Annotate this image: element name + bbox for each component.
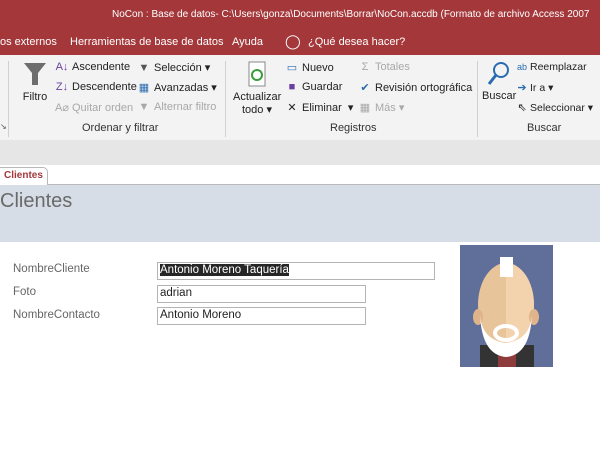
avatar-illustration (473, 257, 539, 367)
form-header (0, 185, 600, 242)
select-dropdown[interactable]: ⇖ Seleccionar ▾ (516, 101, 593, 114)
delete-label: Eliminar (302, 102, 342, 114)
group-label-records: Registros (330, 122, 377, 134)
selection-dropdown[interactable]: ▼ Selección ▾ (137, 61, 211, 74)
refresh-label: Actualizar (233, 91, 282, 103)
replace-label: Reemplazar (530, 61, 587, 73)
replace-icon: ab (516, 62, 527, 72)
sigma-icon: Σ (361, 61, 369, 73)
tab-help[interactable]: Ayuda (232, 36, 263, 48)
new-record-icon: ▭ (286, 62, 298, 74)
save-label: Guardar (302, 81, 343, 93)
toggle-filter-label: Alternar filtro (154, 101, 217, 113)
save-button[interactable]: ■ Guardar (285, 81, 343, 93)
delete-x-icon: ✕ (287, 102, 297, 114)
toggle-filter-icon: ▼ (138, 101, 150, 113)
nombre-cliente-field[interactable]: Antonio Moreno Taquería (157, 262, 435, 280)
dialog-launcher-icon[interactable]: ↘ (0, 122, 7, 131)
more-dropdown[interactable]: ▦ Más ▾ (358, 101, 405, 114)
selection-filter-icon: ▼ (138, 62, 150, 74)
spelling-check-icon: ✔ (360, 82, 370, 94)
label-foto: Foto (13, 286, 37, 298)
find-button[interactable]: Buscar (482, 61, 516, 102)
clear-sort-icon: A⌀ (55, 102, 69, 114)
save-icon: ■ (288, 81, 296, 93)
nombre-contacto-field[interactable]: Antonio Moreno (157, 307, 366, 325)
sort-descending-icon: Z↓ (55, 81, 69, 93)
goto-label: Ir a (530, 82, 546, 94)
find-label: Buscar (482, 90, 517, 102)
clear-sort-label: Quitar orden (72, 102, 134, 114)
tab-database-tools[interactable]: Herramientas de base de datos (70, 36, 223, 48)
label-nombre-contacto: NombreContacto (13, 309, 100, 321)
spelling-button[interactable]: ✔ Revisión ortográfica (358, 81, 472, 94)
group-label-find: Buscar (527, 122, 562, 134)
filter-label: Filtro (22, 91, 48, 103)
new-record-button[interactable]: ▭ Nuevo (285, 61, 334, 74)
magnifier-icon (487, 62, 509, 85)
selection-label: Selección (154, 62, 202, 74)
refresh-icon (248, 61, 266, 87)
tab-external-data[interactable]: os externos (0, 36, 57, 48)
delete-button[interactable]: ✕ Eliminar ▾ (285, 101, 353, 114)
nombre-cliente-value: Antonio Moreno Taquería (160, 264, 289, 276)
window-title: NoCon : Base de datos- C:\Users\gonza\Do… (112, 9, 590, 20)
totals-button[interactable]: Σ Totales (358, 61, 410, 73)
lightbulb-icon: ◯ (285, 33, 301, 49)
group-label-sort-filter: Ordenar y filtrar (82, 122, 159, 134)
advanced-dropdown[interactable]: ▦ Avanzadas ▾ (137, 81, 217, 94)
form-title: Clientes (0, 190, 73, 212)
cursor-icon: ⇖ (517, 102, 527, 114)
arrow-right-icon: ➔ (517, 82, 527, 94)
refresh-label-2: todo (242, 104, 264, 116)
label-nombre-cliente: NombreCliente (13, 263, 90, 275)
descending-button[interactable]: Z↓ Descendente (55, 81, 137, 93)
tell-me-input[interactable]: ¿Qué desea hacer? (308, 36, 405, 48)
contact-photo (460, 245, 553, 367)
document-tabs: Clientes (0, 165, 600, 186)
new-label: Nuevo (302, 62, 334, 74)
goto-dropdown[interactable]: ➔ Ir a ▾ (516, 81, 553, 94)
ascending-button[interactable]: A↓ Ascendente (55, 61, 131, 73)
refresh-all-button[interactable]: Actualizar todo ▾ (233, 60, 281, 116)
ascending-label: Ascendente (72, 61, 131, 73)
ribbon-bottom-band (0, 140, 600, 165)
spelling-label: Revisión ortográfica (375, 82, 473, 94)
grid-icon: ▦ (359, 102, 371, 114)
replace-button[interactable]: ab Reemplazar (516, 61, 587, 73)
document-tab-clientes[interactable]: Clientes (0, 167, 48, 186)
ribbon: ↘ Filtro A↓ Ascendente Z↓ Descendente A⌀ Qu… (0, 55, 600, 140)
filter-button[interactable]: Filtro (22, 61, 48, 103)
funnel-icon (24, 63, 46, 85)
title-bar: NoCon : Base de datos- C:\Users\gonza\Do… (0, 0, 600, 30)
foto-field[interactable]: adrian (157, 285, 366, 303)
select-label: Seleccionar (530, 102, 585, 114)
sort-ascending-icon: A↓ (55, 61, 69, 73)
more-label: Más (375, 102, 396, 114)
toggle-filter-button[interactable]: ▼ Alternar filtro (137, 101, 217, 113)
ribbon-tabs: os externos Herramientas de base de dato… (0, 30, 600, 55)
advanced-filter-icon: ▦ (138, 82, 150, 94)
descending-label: Descendente (72, 81, 137, 93)
advanced-label: Avanzadas (154, 82, 209, 94)
clear-sort-button[interactable]: A⌀ Quitar orden (55, 101, 133, 114)
totals-label: Totales (375, 61, 410, 73)
